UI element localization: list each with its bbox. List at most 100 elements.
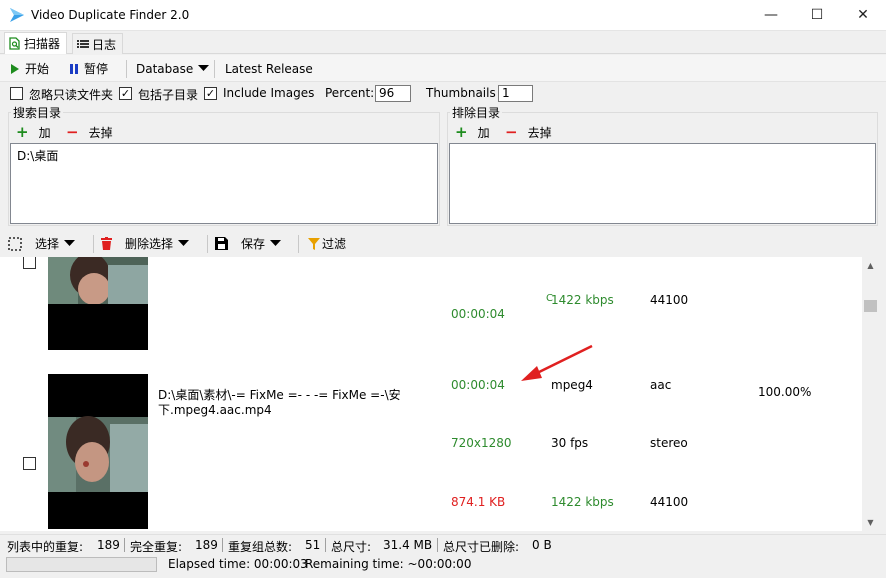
trash-icon: [101, 237, 112, 250]
scroll-up-arrow-icon[interactable]: ▲: [862, 257, 879, 274]
total-size-label: 总尺寸:: [331, 540, 372, 554]
add-label: 加: [477, 125, 490, 140]
toolbar-separator: [298, 235, 299, 253]
thumbnails-label: Thumbnails: [426, 86, 496, 100]
scrollbar-thumb[interactable]: [864, 300, 877, 312]
dupes-in-list-label: 列表中的重复:: [7, 540, 84, 554]
row-checkbox[interactable]: [23, 457, 36, 470]
remaining-time: Remaining time: ~00:00:00: [305, 557, 472, 571]
pause-label: 暂停: [84, 62, 109, 76]
toolbar-separator: [207, 235, 208, 253]
play-icon: [11, 63, 19, 74]
search-dirs-list[interactable]: D:\桌面: [10, 143, 438, 224]
window-title: Video Duplicate Finder 2.0: [31, 8, 190, 22]
close-button[interactable]: ✕: [840, 0, 886, 31]
start-button[interactable]: 开始: [10, 55, 49, 82]
filter-label: 过滤: [322, 237, 347, 251]
plus-icon: +: [16, 123, 29, 141]
remove-exclude-dir-button[interactable]: − 去掉: [505, 122, 552, 142]
exclude-dirs-group: 排除目录 + 加 − 去掉: [447, 104, 878, 226]
search-dirs-toolbar: + 加 − 去掉: [10, 122, 438, 142]
dropdown-arrow-icon: [64, 240, 76, 246]
row2-size: 874.1 KB: [451, 495, 506, 509]
results-toolbar: 选择 删除选择 保存 过滤: [0, 230, 886, 257]
start-label: 开始: [25, 62, 50, 76]
row1-audio-rate: 44100: [650, 293, 689, 307]
thumbnail-image: [48, 374, 148, 529]
progress-bar-area: Elapsed time: 00:00:03 Remaining time: ~…: [0, 554, 886, 578]
thumbnails-input[interactable]: 1: [498, 85, 533, 102]
selection-icon: [8, 236, 22, 251]
percent-input[interactable]: 96: [375, 85, 411, 102]
add-search-dir-button[interactable]: + 加: [16, 122, 51, 142]
elapsed-time: Elapsed time: 00:00:03: [168, 557, 308, 571]
plus-icon: +: [455, 123, 468, 141]
include-subdirs-checkbox[interactable]: ✓: [119, 87, 132, 100]
percent-label: Percent:: [325, 86, 375, 100]
filter-button[interactable]: 过滤: [308, 230, 346, 257]
scroll-down-arrow-icon[interactable]: ▼: [862, 514, 879, 531]
deleted-size-label: 总尺寸已删除:: [443, 540, 520, 554]
tab-scanner-label: 扫描器: [24, 37, 61, 51]
groups-value: 51: [305, 538, 321, 552]
tab-log[interactable]: 日志: [72, 33, 124, 54]
search-dirs-title: 搜索目录: [11, 104, 64, 121]
tab-log-label: 日志: [92, 37, 117, 52]
row2-similarity: 100.00%: [758, 385, 812, 399]
delete-selection-menu[interactable]: 删除选择: [101, 230, 190, 257]
full-dupes-value: 189: [195, 538, 218, 552]
select-menu[interactable]: 选择: [8, 230, 76, 257]
remove-search-dir-button[interactable]: − 去掉: [66, 122, 113, 142]
database-menu[interactable]: Database: [136, 55, 210, 82]
scan-options: 忽略只读文件夹 ✓ 包括子目录 ✓ Include Images Percent…: [0, 82, 886, 104]
exclude-dirs-list[interactable]: [449, 143, 876, 224]
list-item[interactable]: D:\桌面: [17, 147, 431, 164]
ignore-readonly-checkbox[interactable]: [10, 87, 23, 100]
database-label: Database: [136, 61, 194, 76]
row2-audio-rate: 44100: [650, 495, 689, 509]
row2-path-line2[interactable]: 下.mpeg4.aac.mp4: [158, 401, 272, 418]
save-menu[interactable]: 保存: [215, 230, 282, 257]
remove-label: 去掉: [88, 125, 113, 140]
dropdown-arrow-icon: [178, 240, 190, 246]
thumbnail-image: [48, 257, 148, 350]
full-dupes-label: 完全重复:: [130, 540, 183, 554]
exclude-dirs-title: 排除目录: [450, 104, 503, 121]
select-label: 选择: [35, 237, 60, 251]
latest-release-button[interactable]: Latest Release: [225, 55, 313, 82]
tab-scanner[interactable]: 扫描器: [4, 32, 68, 54]
title-bar: Video Duplicate Finder 2.0 — ☐ ✕: [0, 0, 886, 31]
include-images-label: Include Images: [223, 86, 315, 100]
dupes-in-list-value: 189: [97, 538, 120, 552]
row-checkbox[interactable]: [23, 257, 36, 269]
remove-label: 去掉: [527, 125, 552, 140]
main-toolbar: 开始 暂停 Database Latest Release: [0, 55, 886, 82]
minimize-button[interactable]: —: [748, 0, 794, 31]
include-images-checkbox[interactable]: ✓: [204, 87, 217, 100]
annotation-arrow-icon: [521, 344, 593, 381]
toolbar-separator: [126, 60, 127, 78]
row2-resolution: 720x1280: [451, 436, 512, 450]
save-icon: [215, 237, 228, 250]
pause-button[interactable]: 暂停: [69, 55, 108, 82]
app-logo-icon: [10, 8, 24, 22]
results-scrollbar[interactable]: ▲ ▼: [862, 257, 879, 531]
toolbar-separator: [93, 235, 94, 253]
video-thumbnail[interactable]: [48, 374, 148, 529]
video-thumbnail[interactable]: [48, 257, 148, 350]
status-separator: [222, 538, 223, 552]
status-separator: [124, 538, 125, 552]
groups-label: 重复组总数:: [228, 540, 293, 554]
maximize-button[interactable]: ☐: [794, 0, 840, 31]
minus-icon: −: [66, 123, 79, 141]
row2-bitrate: 1422 kbps: [551, 495, 614, 509]
status-bar: 列表中的重复: 189 完全重复: 189 重复组总数: 51 总尺寸: 31.…: [0, 534, 886, 554]
list-icon: [77, 40, 89, 48]
toolbar-separator: [214, 60, 215, 78]
status-separator: [437, 538, 438, 552]
results-list[interactable]: C 1422 kbps 44100 00:00:04 D:\桌面\素材\-= F…: [0, 257, 862, 531]
add-exclude-dir-button[interactable]: + 加: [455, 122, 490, 142]
minus-icon: −: [505, 123, 518, 141]
dropdown-arrow-icon: [270, 240, 282, 246]
ignore-readonly-label: 忽略只读文件夹: [29, 88, 114, 102]
